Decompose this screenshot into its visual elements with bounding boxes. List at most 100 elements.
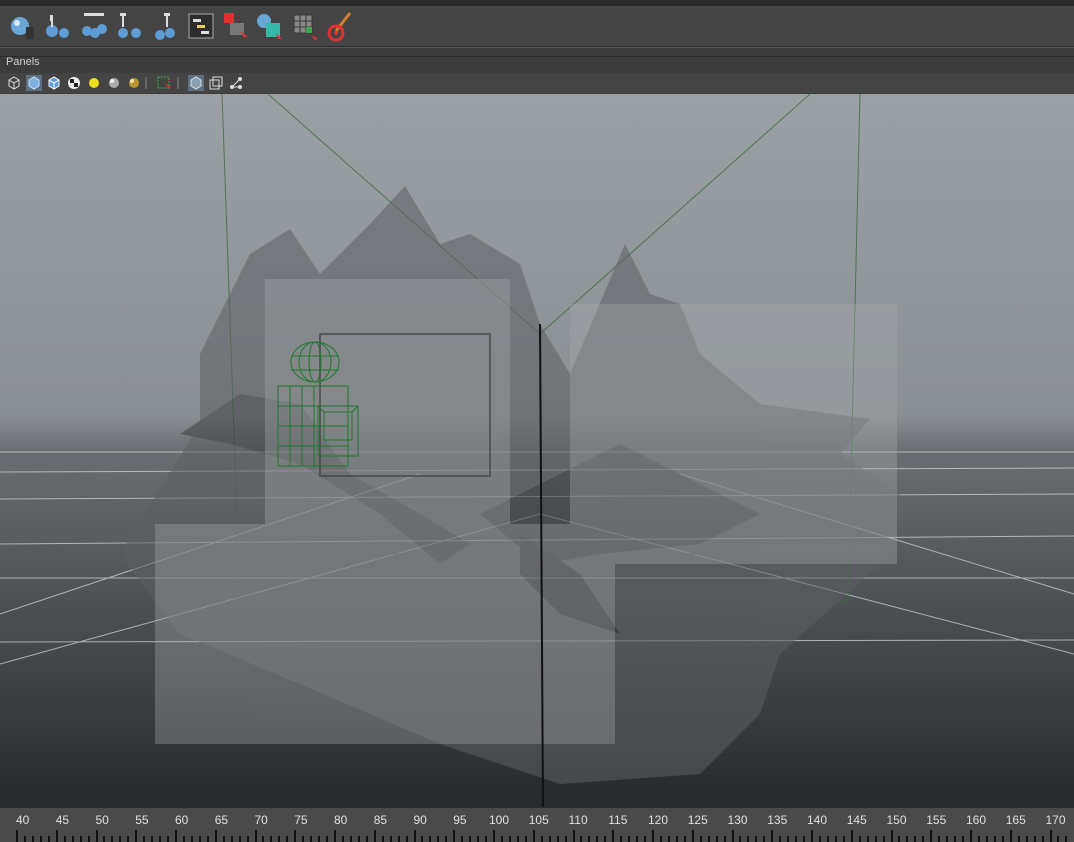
frame-tick — [675, 836, 678, 842]
frame-tick — [310, 836, 313, 842]
xray-icon[interactable] — [208, 75, 224, 91]
frame-tick — [747, 836, 750, 842]
isolate-icon[interactable] — [188, 75, 204, 91]
frame-tick — [834, 836, 837, 842]
select-camera-icon[interactable] — [156, 75, 172, 91]
frame-label: 110 — [568, 813, 588, 827]
render-view-icon[interactable] — [254, 9, 286, 43]
wireframe-icon[interactable] — [6, 75, 22, 91]
frame-tick — [604, 836, 607, 842]
frame-tick — [79, 836, 82, 842]
frame-label: 135 — [767, 813, 788, 827]
frame-tick — [954, 836, 957, 842]
shaded-material-icon[interactable] — [126, 75, 142, 91]
select-component-icon[interactable] — [220, 9, 252, 43]
frame-tick — [779, 836, 782, 842]
frame-tick — [739, 836, 742, 842]
frame-label: 125 — [687, 813, 708, 827]
frame-tick — [453, 830, 456, 842]
frame-tick — [588, 836, 591, 842]
uv-editor-icon[interactable] — [290, 9, 322, 43]
create-sphere-icon[interactable] — [6, 9, 38, 43]
frame-tick — [381, 836, 384, 842]
panels-menu[interactable]: Panels — [6, 56, 40, 68]
frame-tick — [707, 836, 710, 842]
frame-tick — [652, 830, 654, 842]
frame-tick — [612, 830, 615, 842]
bind-skin-icon[interactable] — [150, 9, 182, 43]
frame-tick — [214, 830, 217, 842]
frame-tick — [898, 836, 901, 842]
frame-label: 90 — [413, 813, 427, 827]
frame-tick — [683, 836, 686, 842]
frame-tick — [691, 830, 694, 842]
frame-tick — [103, 836, 106, 842]
frame-tick — [970, 830, 972, 842]
frame-tick — [914, 836, 917, 842]
frame-tick — [461, 836, 464, 842]
frame-tick — [596, 836, 599, 842]
frame-tick — [572, 830, 575, 842]
frame-tick — [143, 836, 146, 842]
frame-tick — [977, 836, 980, 842]
perspective-viewport[interactable] — [0, 93, 1074, 808]
frame-label: 155 — [926, 813, 947, 827]
time-slider[interactable]: 40 45 50 55 60 65 70 75 80 85 90 95 100 105 110 115 120 1… — [0, 807, 1074, 842]
frame-tick — [866, 836, 869, 842]
frame-tick — [445, 836, 448, 842]
textured-icon[interactable] — [46, 75, 62, 91]
frame-label: 165 — [1005, 813, 1026, 827]
frame-tick — [135, 830, 138, 842]
default-material-icon[interactable] — [106, 75, 122, 91]
resolution-gate-icon[interactable] — [228, 75, 244, 91]
shelf-separator — [0, 47, 1074, 57]
frame-tick — [437, 836, 440, 842]
frame-tick — [993, 836, 996, 842]
frame-tick — [87, 836, 90, 842]
frame-tick — [55, 830, 58, 842]
frame-tick — [580, 836, 583, 842]
light-icon[interactable] — [86, 75, 102, 91]
frame-tick — [222, 836, 225, 842]
frame-tick — [238, 836, 241, 842]
frame-tick — [365, 836, 368, 842]
frame-tick — [182, 836, 185, 842]
frame-tick — [127, 836, 130, 842]
frame-tick — [469, 836, 472, 842]
frame-tick — [159, 836, 162, 842]
frame-tick — [111, 836, 114, 842]
frame-tick — [278, 836, 281, 842]
frame-label: 170 — [1045, 813, 1066, 827]
frame-tick — [262, 836, 265, 842]
ik-handle-icon[interactable] — [114, 9, 146, 43]
frame-tick — [858, 836, 861, 842]
checker-icon[interactable] — [66, 75, 82, 91]
joint-tool-icon[interactable] — [78, 9, 110, 43]
frame-tick — [667, 836, 670, 842]
frame-tick — [95, 830, 98, 842]
frame-label: 95 — [453, 813, 467, 827]
frame-tick — [71, 836, 74, 842]
frame-tick — [763, 836, 766, 842]
frame-tick — [850, 830, 853, 842]
frame-tick — [540, 836, 543, 842]
smooth-shade-icon[interactable] — [26, 75, 42, 91]
paint-effects-icon[interactable] — [324, 9, 356, 43]
frame-tick — [636, 836, 639, 842]
frame-tick — [556, 836, 559, 842]
frame-tick — [175, 830, 177, 842]
frame-tick — [39, 836, 42, 842]
frame-tick — [198, 836, 201, 842]
frame-tick — [1001, 836, 1004, 842]
frame-tick — [1049, 830, 1052, 842]
delete-history-icon[interactable] — [42, 9, 74, 43]
frame-tick — [405, 836, 408, 842]
hypergraph-icon[interactable] — [186, 9, 218, 43]
frame-tick — [421, 836, 424, 842]
viewport-toolbar — [0, 73, 1074, 93]
frame-tick — [508, 836, 511, 842]
frame-tick — [190, 836, 193, 842]
frame-tick — [326, 836, 329, 842]
frame-tick — [946, 836, 949, 842]
frame-label: 65 — [214, 813, 229, 827]
